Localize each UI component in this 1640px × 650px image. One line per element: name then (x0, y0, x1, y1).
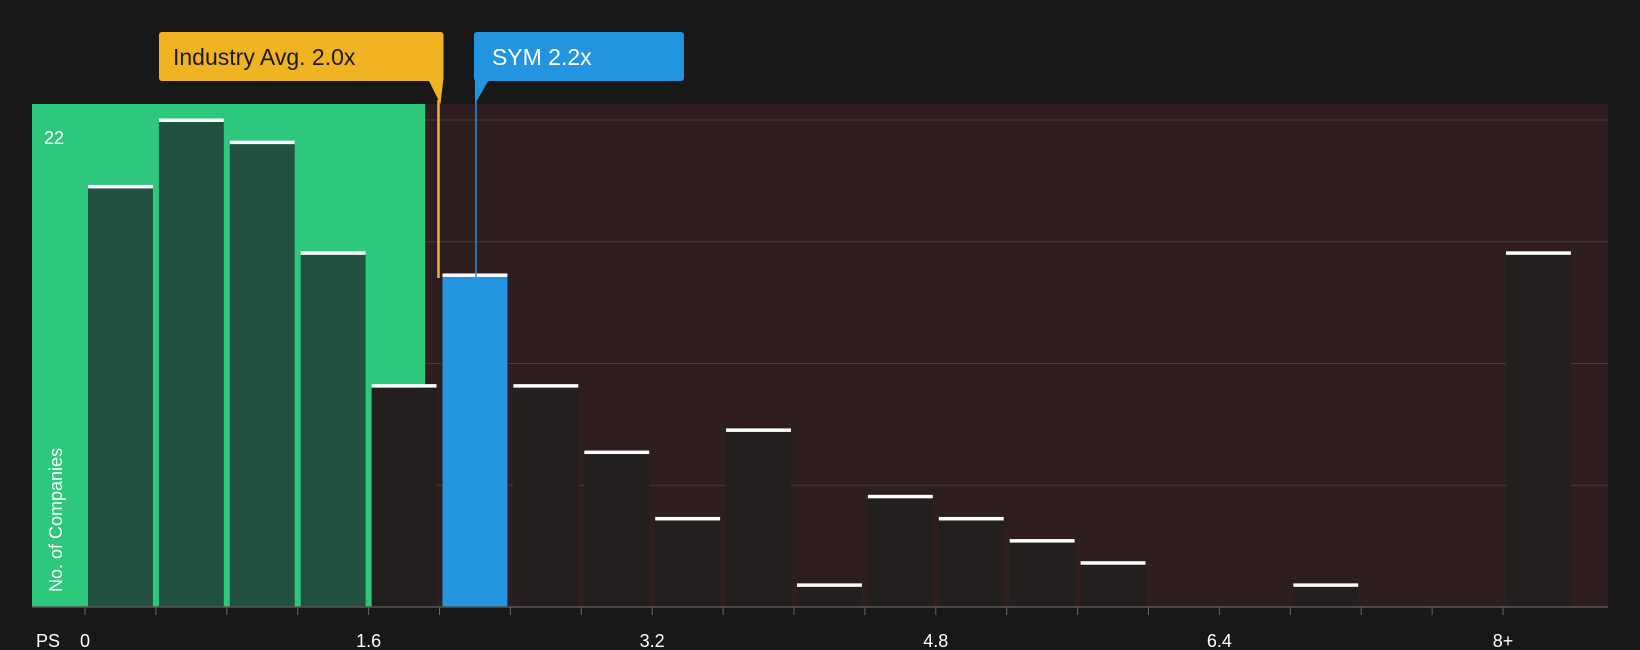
bar-cap-1 (158, 118, 224, 122)
y-axis-label: No. of Companies (46, 448, 66, 592)
bar-cap-6 (513, 384, 579, 388)
bar-cap-2 (229, 140, 295, 145)
industry-avg-pointer (427, 78, 444, 104)
bar-3 (300, 252, 366, 607)
y-max-label: 22 (44, 128, 64, 148)
bar-11 (867, 496, 933, 607)
x-tick-label-5: 8+ (1493, 631, 1514, 650)
bar-20 (1506, 252, 1571, 607)
bar-7 (584, 452, 650, 607)
bar-2 (229, 142, 295, 608)
bar-cap-4 (371, 384, 437, 388)
x-axis-label: PS (36, 631, 60, 650)
bar-cap-12 (938, 516, 1004, 521)
bar-14 (1080, 562, 1146, 607)
x-ticks-group: 0 1.6 3.2 4.8 6.4 8+ (80, 607, 1513, 650)
bar-cap-7 (584, 450, 650, 455)
bar-12 (938, 518, 1004, 607)
bar-9 (726, 429, 791, 607)
bar-cap-17 (1293, 583, 1359, 587)
bar-4 (371, 385, 437, 607)
bar-0 (88, 186, 153, 607)
x-tick-label-0: 0 (80, 631, 90, 650)
bar-cap-13 (1009, 539, 1075, 543)
x-tick-label-1: 1.6 (356, 631, 381, 650)
bar-13 (1009, 540, 1075, 607)
bar-cap-9 (726, 428, 791, 432)
x-tick-label-4: 6.4 (1207, 631, 1232, 650)
bar-cap-3 (300, 251, 366, 255)
bar-5 (442, 274, 508, 607)
bar-6 (513, 385, 579, 607)
x-tick-label-3: 4.8 (923, 631, 948, 650)
bar-cap-5 (442, 273, 508, 277)
bar-1 (158, 120, 224, 607)
bar-10 (797, 584, 862, 607)
bar-8 (655, 518, 721, 607)
company-label: SYM 2.2x (492, 44, 592, 70)
bar-17 (1293, 584, 1359, 607)
bar-cap-20 (1506, 251, 1571, 255)
ps-histogram-chart: 0 1.6 3.2 4.8 6.4 8+ 22 No. of Companies PS I… (32, 32, 1608, 650)
bar-cap-8 (655, 516, 721, 521)
bar-cap-10 (797, 583, 862, 587)
bar-cap-0 (88, 184, 153, 189)
industry-avg-label: Industry Avg. 2.0x (173, 44, 356, 70)
x-tick-label-2: 3.2 (640, 631, 665, 650)
bar-cap-11 (867, 494, 933, 499)
company-pointer (474, 78, 490, 104)
bar-cap-14 (1080, 561, 1146, 565)
